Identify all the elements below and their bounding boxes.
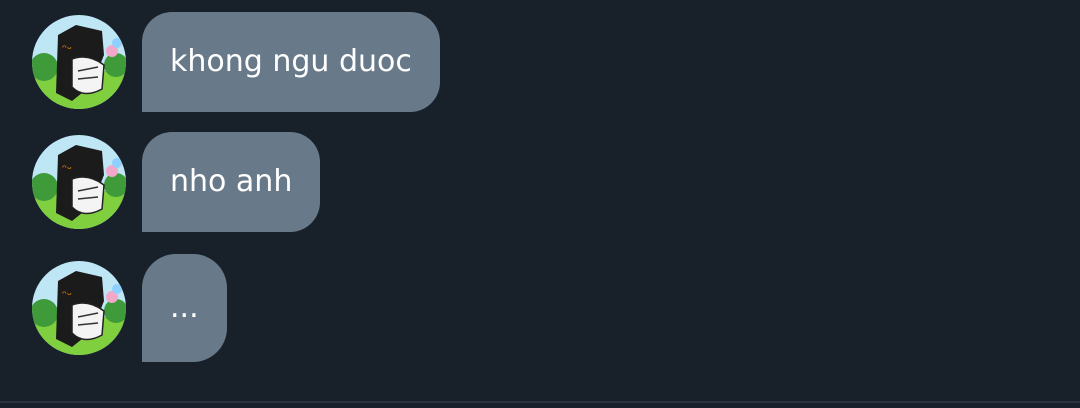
avatar[interactable]: ᵔᵕ [32, 261, 126, 355]
avatar-image: ᵔᵕ [32, 135, 126, 229]
message-row: ᵔᵕ khong ngu duoc [32, 12, 440, 112]
message-row: ᵔᵕ ... [32, 254, 227, 362]
message-text: ... [170, 290, 199, 325]
avatar[interactable]: ᵔᵕ [32, 15, 126, 109]
message-row: ᵔᵕ nho anh [32, 132, 321, 232]
avatar-image: ᵔᵕ [32, 15, 126, 109]
message-bubble[interactable]: nho anh [142, 132, 321, 232]
divider [0, 401, 1080, 403]
svg-text:ᵔᵕ: ᵔᵕ [62, 42, 72, 56]
svg-text:ᵔᵕ: ᵔᵕ [62, 162, 72, 176]
message-bubble[interactable]: khong ngu duoc [142, 12, 440, 112]
chat-thread: ᵔᵕ khong ngu duoc ᵔᵕ nho anh ᵔᵕ ... [0, 0, 1080, 408]
message-text: khong ngu duoc [170, 44, 412, 79]
avatar-image: ᵔᵕ [32, 261, 126, 355]
message-bubble[interactable]: ... [142, 254, 227, 362]
message-text: nho anh [170, 164, 293, 199]
svg-text:ᵔᵕ: ᵔᵕ [62, 288, 72, 302]
avatar[interactable]: ᵔᵕ [32, 135, 126, 229]
